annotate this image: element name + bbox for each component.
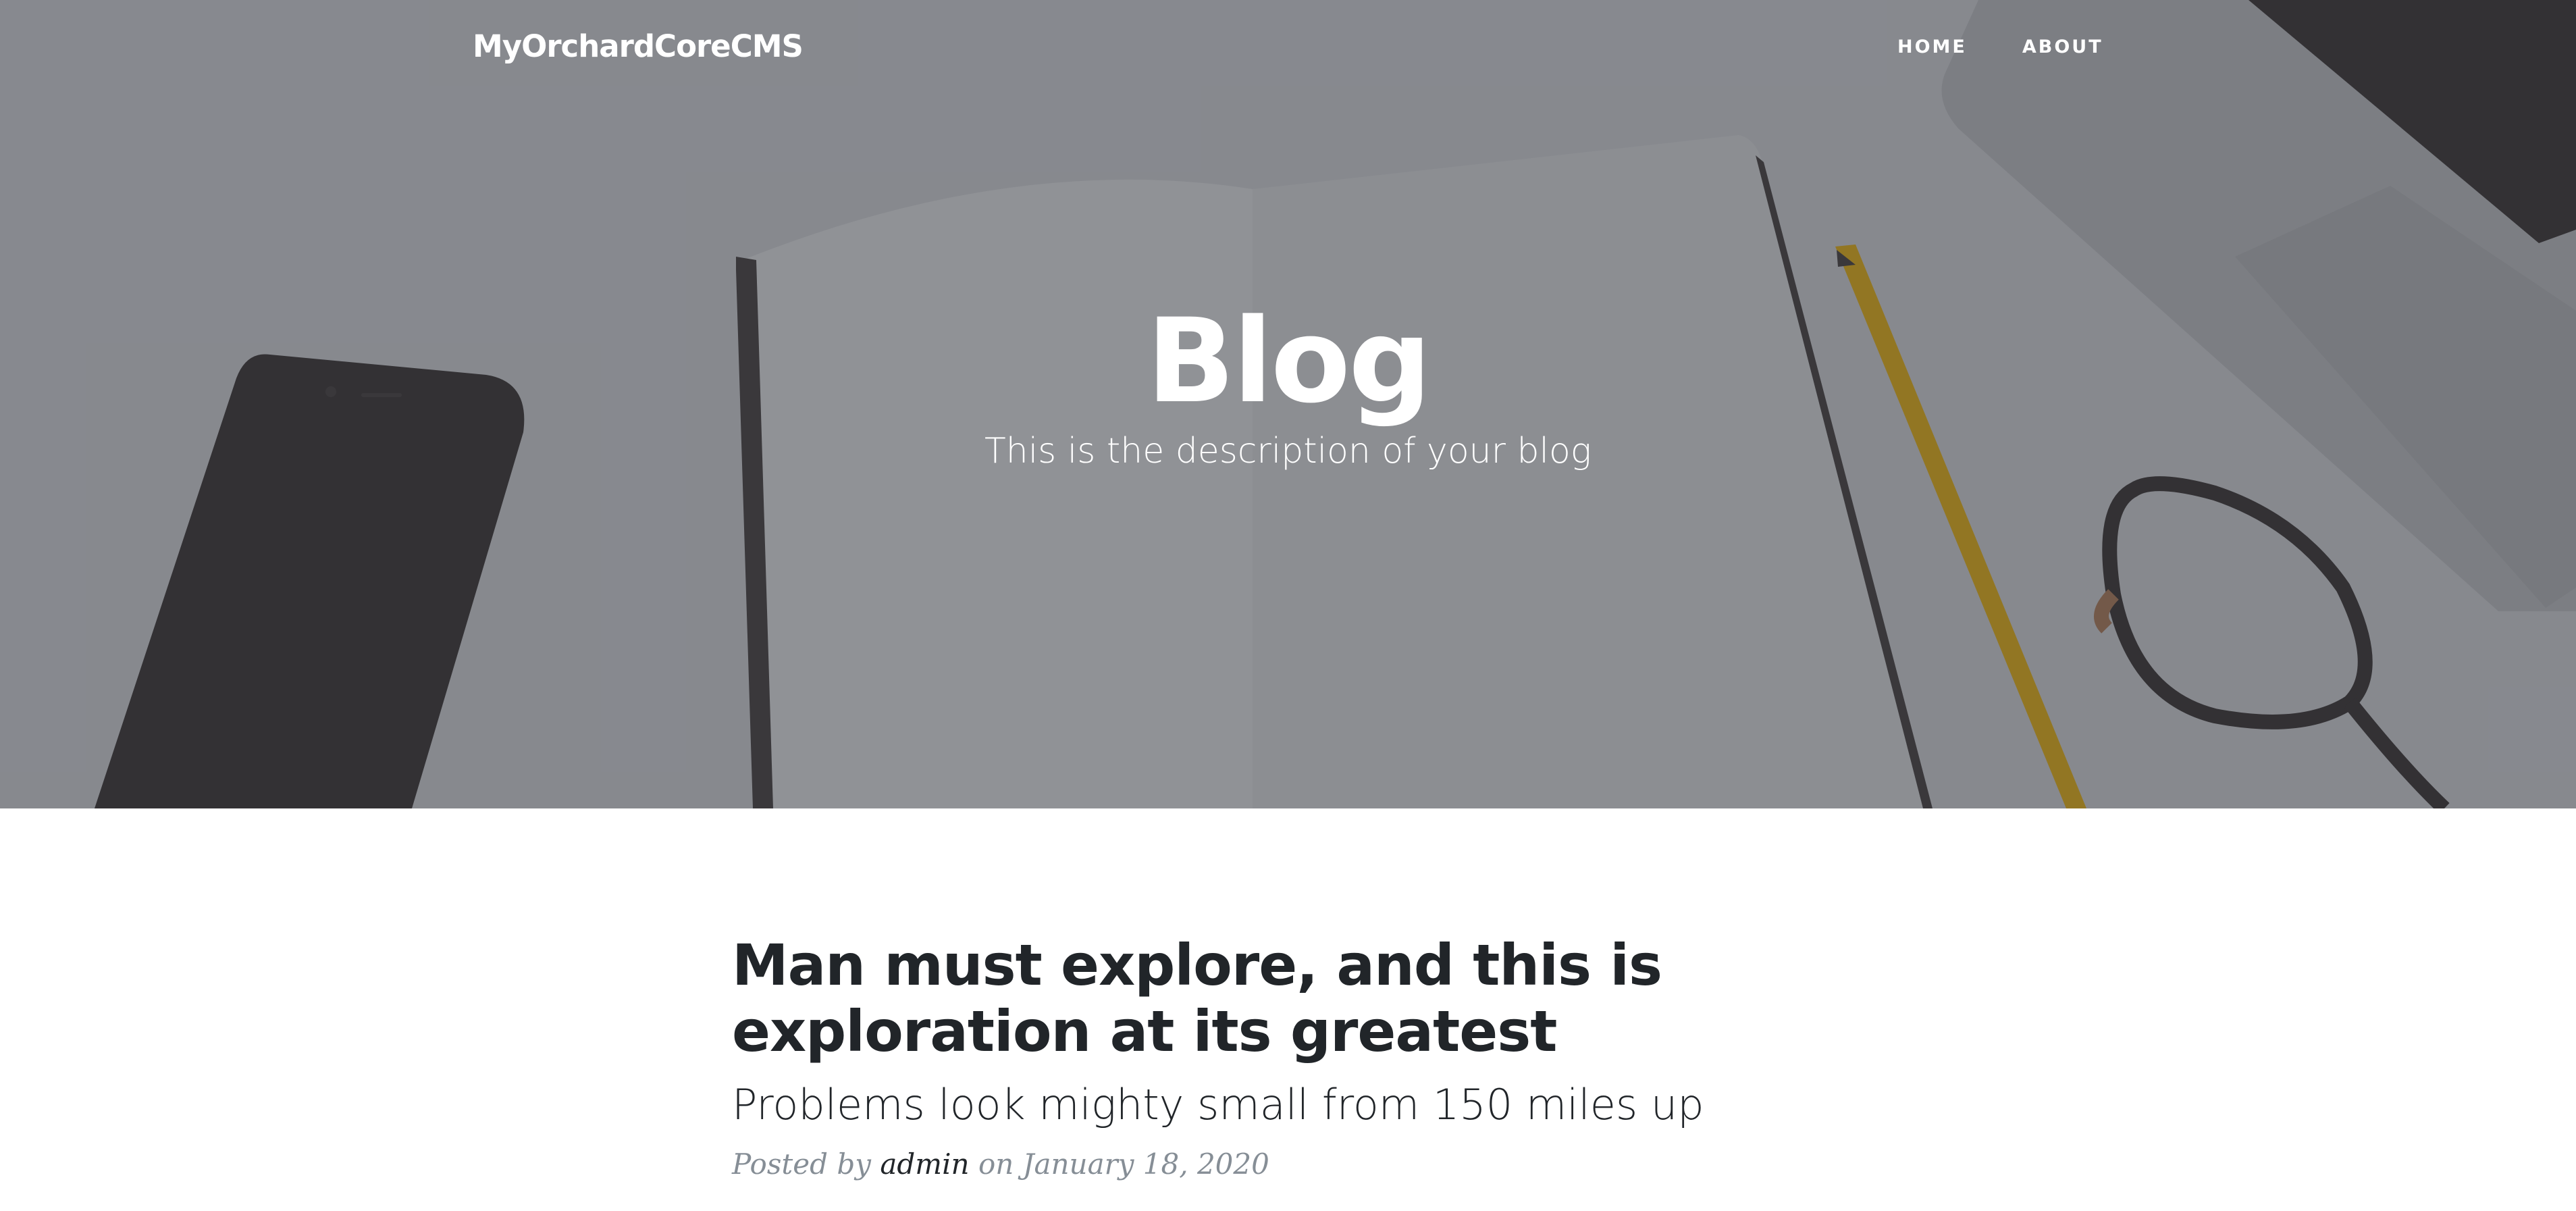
site-heading: Blog This is the description of your blo… (0, 297, 2576, 473)
masthead: MyOrchardCoreCMS HOME ABOUT Blog This is… (0, 0, 2576, 808)
post-title[interactable]: Man must explore, and this is exploratio… (732, 932, 1846, 1065)
post-meta: Posted by admin on January 18, 2020 (732, 1148, 1846, 1181)
nav-about-link[interactable]: ABOUT (2022, 36, 2103, 57)
brand-link[interactable]: MyOrchardCoreCMS (473, 28, 804, 64)
post-link[interactable]: Man must explore, and this is exploratio… (732, 932, 1846, 1130)
page-subheading: This is the description of your blog (984, 431, 1592, 472)
page-title: Blog (1146, 293, 1431, 429)
nav-links: HOME ABOUT (1897, 36, 2103, 57)
post-meta-prefix: Posted by (732, 1147, 871, 1181)
main-nav: MyOrchardCoreCMS HOME ABOUT (0, 0, 2576, 101)
nav-home-link[interactable]: HOME (1897, 36, 1967, 57)
post-author-link[interactable]: admin (880, 1148, 969, 1181)
post-subtitle[interactable]: Problems look mighty small from 150 mile… (732, 1080, 1846, 1130)
post-preview: Man must explore, and this is exploratio… (732, 932, 1846, 1209)
post-date: on January 18, 2020 (978, 1147, 1269, 1181)
